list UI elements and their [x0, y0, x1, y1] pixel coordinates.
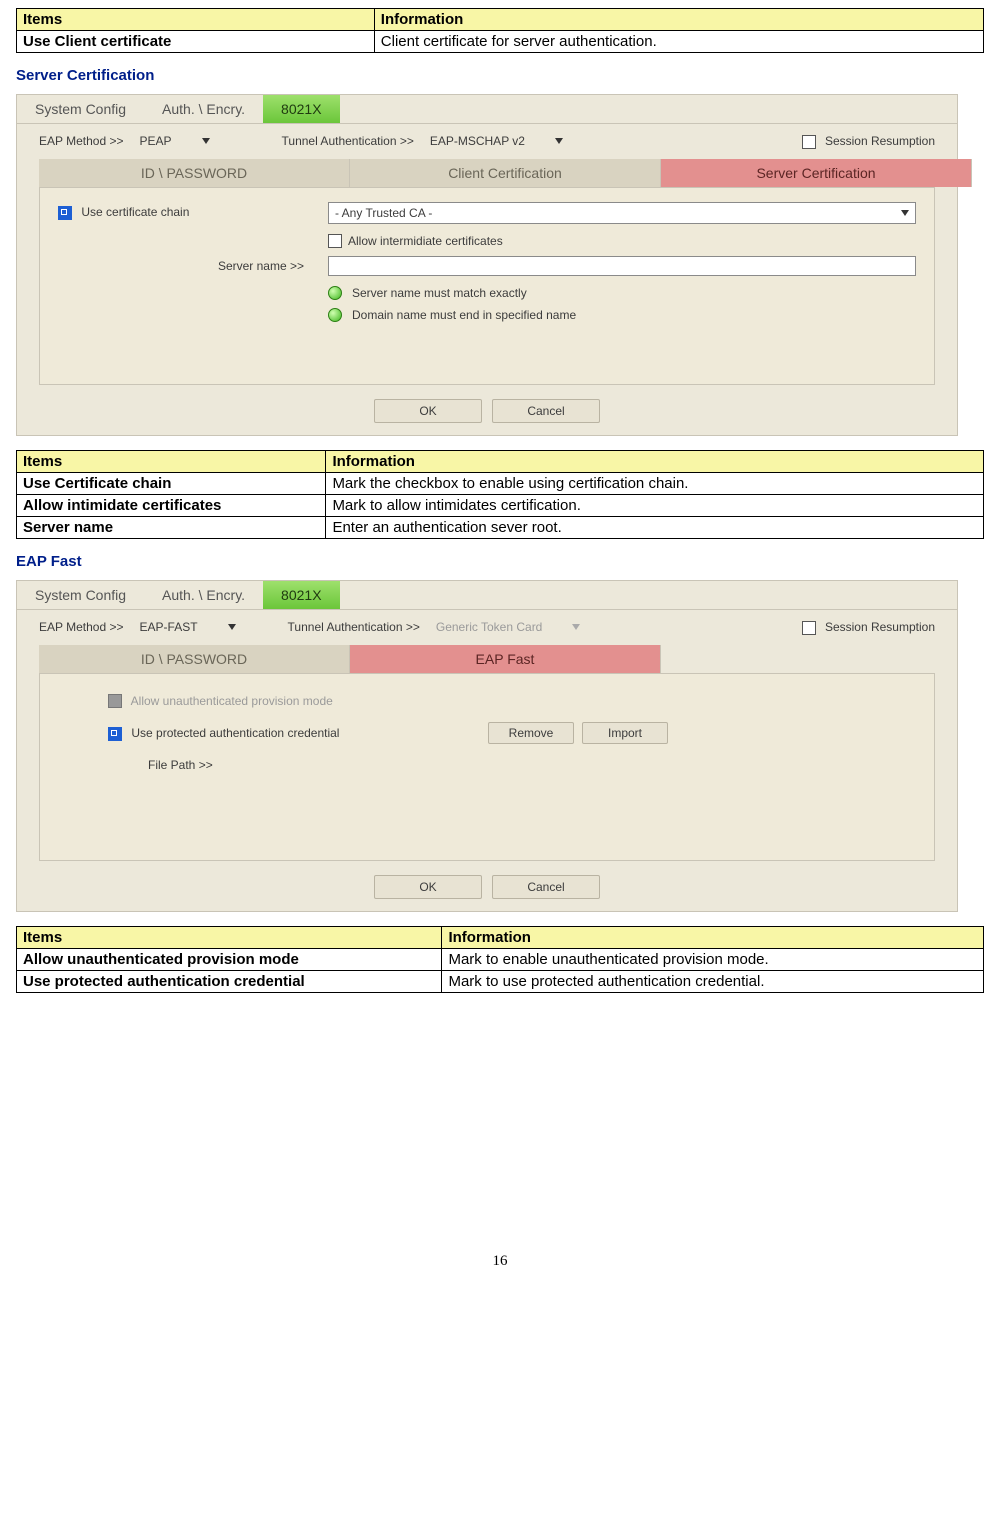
- page-number: 16: [16, 1253, 984, 1270]
- cell-info: Mark the checkbox to enable using certif…: [326, 472, 984, 494]
- chevron-down-icon: [228, 624, 236, 630]
- table-eap-fast: Items Information Allow unauthenticated …: [16, 926, 984, 993]
- radio-icon[interactable]: [328, 308, 342, 322]
- table-row: Allow intimidate certificates Mark to al…: [17, 494, 984, 516]
- eap-method-value: EAP-FAST: [140, 620, 198, 634]
- tunnel-auth-label: Tunnel Authentication >>: [288, 620, 420, 634]
- table-header: Items: [17, 926, 442, 948]
- cell-item: Allow intimidate certificates: [17, 494, 326, 516]
- checkbox-icon: [108, 694, 122, 708]
- eap-method-value: PEAP: [140, 134, 172, 148]
- cell-item: Use protected authentication credential: [17, 970, 442, 992]
- subtab-eap-fast[interactable]: EAP Fast: [350, 645, 661, 673]
- radio-icon[interactable]: [328, 286, 342, 300]
- server-cert-pane: Use certificate chain - Any Trusted CA -…: [39, 187, 935, 385]
- table-header: Items: [17, 450, 326, 472]
- checkbox-icon[interactable]: [802, 621, 816, 635]
- tab-auth-encry[interactable]: Auth. \ Encry.: [144, 95, 263, 123]
- table-row: Use Certificate chain Mark the checkbox …: [17, 472, 984, 494]
- checkbox-icon[interactable]: [328, 234, 342, 248]
- eap-method-label: EAP Method >>: [39, 134, 124, 148]
- table-header: Information: [326, 450, 984, 472]
- allow-intermediate-label: Allow intermidiate certificates: [348, 234, 503, 248]
- session-resumption-option[interactable]: Session Resumption: [802, 620, 935, 635]
- import-button[interactable]: Import: [582, 722, 668, 744]
- subtab-id-password[interactable]: ID \ PASSWORD: [39, 159, 350, 187]
- match-exactly-label: Server name must match exactly: [352, 286, 527, 300]
- table-row: Allow unauthenticated provision mode Mar…: [17, 948, 984, 970]
- server-name-label: Server name >>: [218, 259, 304, 273]
- file-path-label: File Path >>: [148, 758, 213, 772]
- tab-system-config[interactable]: System Config: [17, 95, 144, 123]
- session-resumption-label: Session Resumption: [825, 620, 935, 634]
- checkbox-icon[interactable]: [802, 135, 816, 149]
- eap-fast-pane: Allow unauthenticated provision mode Use…: [39, 673, 935, 861]
- table-server-cert: Items Information Use Certificate chain …: [16, 450, 984, 539]
- trusted-ca-value: - Any Trusted CA -: [335, 206, 432, 220]
- tunnel-auth-value: EAP-MSCHAP v2: [430, 134, 525, 148]
- server-cert-panel: System Config Auth. \ Encry. 8021X EAP M…: [16, 94, 958, 436]
- table-header: Items: [17, 9, 375, 31]
- cancel-button[interactable]: Cancel: [492, 875, 600, 899]
- tunnel-auth-label: Tunnel Authentication >>: [282, 134, 414, 148]
- session-resumption-option[interactable]: Session Resumption: [802, 134, 935, 149]
- eap-fast-panel: System Config Auth. \ Encry. 8021X EAP M…: [16, 580, 958, 912]
- cell-info: Enter an authentication sever root.: [326, 516, 984, 538]
- tunnel-auth-select[interactable]: EAP-MSCHAP v2: [430, 134, 563, 148]
- cell-info: Client certificate for server authentica…: [374, 31, 983, 53]
- top-tabs: System Config Auth. \ Encry. 8021X: [17, 581, 957, 610]
- cancel-button[interactable]: Cancel: [492, 399, 600, 423]
- chevron-down-icon: [901, 210, 909, 216]
- tab-8021x[interactable]: 8021X: [263, 581, 339, 609]
- eap-method-label: EAP Method >>: [39, 620, 124, 634]
- checkbox-icon[interactable]: [108, 727, 122, 741]
- top-tabs: System Config Auth. \ Encry. 8021X: [17, 95, 957, 124]
- ok-button[interactable]: OK: [374, 875, 482, 899]
- tab-8021x[interactable]: 8021X: [263, 95, 339, 123]
- ok-button[interactable]: OK: [374, 399, 482, 423]
- checkbox-icon[interactable]: [58, 206, 72, 220]
- remove-button[interactable]: Remove: [488, 722, 574, 744]
- trusted-ca-select[interactable]: - Any Trusted CA -: [328, 202, 916, 224]
- cell-info: Mark to use protected authentication cre…: [442, 970, 984, 992]
- section-heading-eap-fast: EAP Fast: [16, 553, 984, 570]
- section-heading-server-cert: Server Certification: [16, 67, 984, 84]
- use-protected-label: Use protected authentication credential: [131, 726, 339, 740]
- server-name-input[interactable]: [328, 256, 916, 276]
- cell-item: Server name: [17, 516, 326, 538]
- cell-item: Use Client certificate: [17, 31, 375, 53]
- cell-item: Allow unauthenticated provision mode: [17, 948, 442, 970]
- use-cert-chain-label: Use certificate chain: [81, 205, 189, 219]
- eap-method-select[interactable]: EAP-FAST: [140, 620, 236, 634]
- subtab-server-cert[interactable]: Server Certification: [661, 159, 972, 187]
- subtab-id-password[interactable]: ID \ PASSWORD: [39, 645, 350, 673]
- chevron-down-icon: [202, 138, 210, 144]
- tab-system-config[interactable]: System Config: [17, 581, 144, 609]
- tunnel-auth-select: Generic Token Card: [436, 620, 581, 634]
- chevron-down-icon: [572, 624, 580, 630]
- subtab-client-cert[interactable]: Client Certification: [350, 159, 661, 187]
- cell-info: Mark to enable unauthenticated provision…: [442, 948, 984, 970]
- eap-method-select[interactable]: PEAP: [140, 134, 230, 148]
- end-specified-label: Domain name must end in specified name: [352, 308, 576, 322]
- tunnel-auth-value: Generic Token Card: [436, 620, 543, 634]
- table-row: Use Client certificate Client certificat…: [17, 31, 984, 53]
- table-client-cert: Items Information Use Client certificate…: [16, 8, 984, 53]
- table-row: Use protected authentication credential …: [17, 970, 984, 992]
- session-resumption-label: Session Resumption: [825, 134, 935, 148]
- cell-item: Use Certificate chain: [17, 472, 326, 494]
- table-row: Server name Enter an authentication seve…: [17, 516, 984, 538]
- tab-auth-encry[interactable]: Auth. \ Encry.: [144, 581, 263, 609]
- allow-unauth-label: Allow unauthenticated provision mode: [131, 694, 333, 708]
- cell-info: Mark to allow intimidates certification.: [326, 494, 984, 516]
- table-header: Information: [442, 926, 984, 948]
- chevron-down-icon: [555, 138, 563, 144]
- table-header: Information: [374, 9, 983, 31]
